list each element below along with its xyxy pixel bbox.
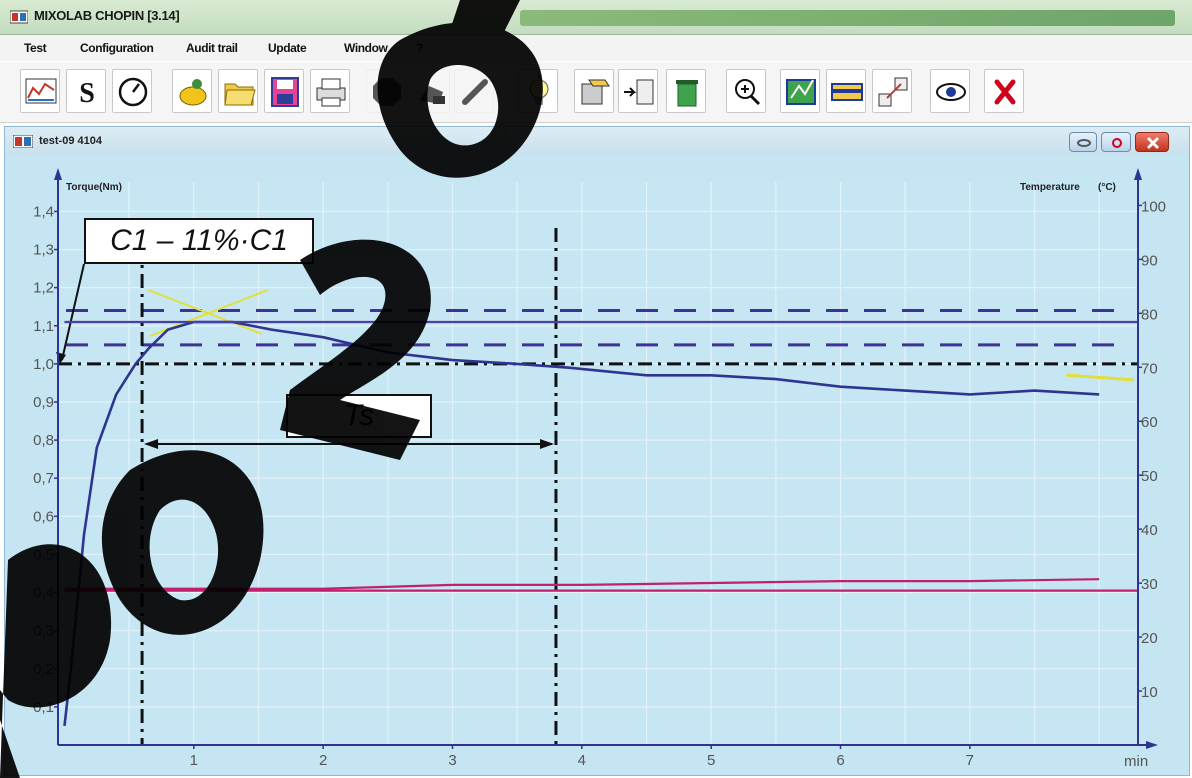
watermark-stroke-2 — [101, 450, 264, 635]
watermark-stroke-1 — [0, 544, 112, 778]
watermark-stroke-3 — [280, 239, 431, 460]
watermark — [0, 0, 543, 778]
watermark-stroke-4 — [377, 22, 543, 178]
